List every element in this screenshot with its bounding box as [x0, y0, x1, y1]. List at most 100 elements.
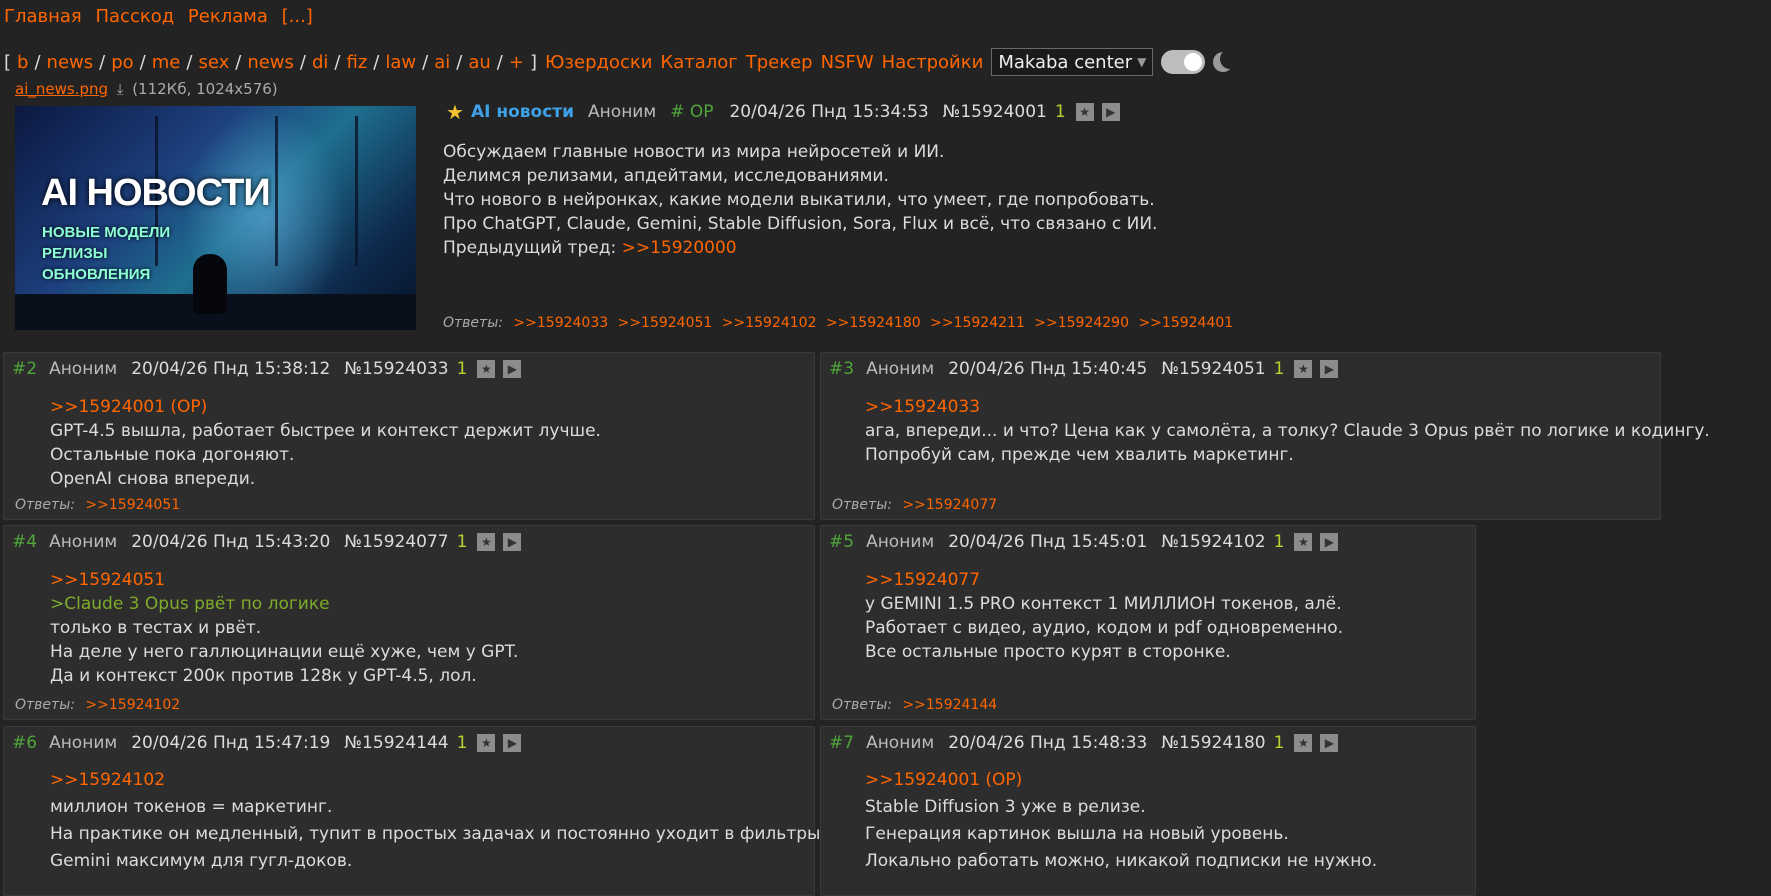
post-line: у GEMINI 1.5 PRO контекст 1 МИЛЛИОН токе… — [865, 594, 1342, 614]
replies-label: Ответы: — [832, 497, 892, 513]
board-link-au[interactable]: au — [468, 52, 490, 73]
post-line: На деле у него галлюцинации ещё хуже, че… — [50, 642, 519, 662]
post-number[interactable]: №15924077 — [344, 532, 448, 552]
post-replies: Ответы: >>15924077 — [832, 497, 1002, 513]
op-file-meta: (112Кб, 1024x576) — [132, 80, 278, 98]
board-link-po[interactable]: po — [111, 52, 133, 73]
play-icon[interactable]: ▶ — [1320, 734, 1339, 752]
op-line: Обсуждаем главные новости из мира нейрос… — [443, 142, 945, 162]
reply-link[interactable]: >>15924077 — [902, 497, 997, 513]
post-body: >>15924077 у GEMINI 1.5 PRO контекст 1 М… — [865, 568, 1343, 664]
board-link-plus[interactable]: + — [509, 52, 524, 73]
play-icon[interactable]: ▶ — [503, 533, 522, 551]
post-body: >>15924102 миллион токенов = маркетинг. … — [50, 767, 826, 875]
post-index[interactable]: #6 — [12, 733, 37, 753]
op-image[interactable]: AI НОВОСТИ НОВЫЕ МОДЕЛИ РЕЛИЗЫ ОБНОВЛЕНИ… — [15, 106, 416, 330]
nav-settings-link[interactable]: Настройки — [882, 52, 984, 73]
board-link-news-2[interactable]: news — [247, 52, 294, 73]
reply-link[interactable]: >>15924180 — [826, 315, 921, 331]
nav-userboards-link[interactable]: Юзердоски — [545, 52, 652, 73]
favorite-icon[interactable]: ★ — [1294, 734, 1313, 752]
download-icon[interactable]: ⤓ — [117, 80, 124, 98]
play-icon[interactable]: ▶ — [1101, 103, 1120, 121]
favorite-icon[interactable]: ★ — [1294, 360, 1313, 378]
board-link-news[interactable]: news — [47, 52, 94, 73]
replies-label: Ответы: — [15, 497, 75, 513]
reply-link[interactable]: >>15924290 — [1034, 315, 1129, 331]
board-link-me[interactable]: me — [152, 52, 181, 73]
favorite-icon[interactable]: ★ — [477, 533, 496, 551]
op-header: ★ AI новости Аноним # OP 20/04/26 Пнд 15… — [446, 100, 1128, 124]
toggle-knob — [1184, 53, 1203, 71]
favorite-icon[interactable]: ★ — [477, 734, 496, 752]
menu-ads-link[interactable]: Реклама — [188, 6, 268, 27]
nav-catalog-link[interactable]: Каталог — [660, 52, 737, 73]
reply-to-link[interactable]: >>15924001 (OP) — [50, 395, 601, 419]
star-icon[interactable]: ★ — [446, 100, 464, 124]
post-3: #3 Аноним 20/04/26 Пнд 15:40:45 №1592405… — [820, 352, 1710, 520]
play-icon[interactable]: ▶ — [1320, 360, 1339, 378]
op-image-title: AI НОВОСТИ — [41, 172, 271, 214]
menu-home-link[interactable]: Главная — [4, 6, 82, 27]
prev-thread-link[interactable]: >>15920000 — [622, 238, 737, 258]
reply-to-link[interactable]: >>15924102 — [50, 767, 826, 794]
post-body: >>15924001 (OP) GPT-4.5 вышла, работает … — [50, 395, 601, 491]
favorite-icon[interactable]: ★ — [477, 360, 496, 378]
reply-to-link[interactable]: >>15924077 — [865, 568, 1343, 592]
reply-link[interactable]: >>15924051 — [618, 315, 713, 331]
reply-link[interactable]: >>15924102 — [722, 315, 817, 331]
post-index[interactable]: #7 — [829, 733, 854, 753]
post-date: 20/04/26 Пнд 15:40:45 — [948, 359, 1148, 379]
board-link-b[interactable]: b — [17, 52, 28, 73]
post-index[interactable]: #3 — [829, 359, 854, 379]
play-icon[interactable]: ▶ — [503, 734, 522, 752]
op-image-subtitle: НОВЫЕ МОДЕЛИ РЕЛИЗЫ ОБНОВЛЕНИЯ — [42, 224, 171, 283]
reply-to-link[interactable]: >>15924051 — [50, 568, 518, 592]
menu-more-link[interactable]: [...] — [282, 6, 313, 27]
favorite-icon[interactable]: ★ — [1075, 103, 1094, 121]
play-icon[interactable]: ▶ — [1320, 533, 1339, 551]
post-name: Аноним — [866, 733, 935, 753]
board-link-fiz[interactable]: fiz — [347, 52, 368, 73]
op-file-info: ai_news.png ⤓ (112Кб, 1024x576) — [15, 80, 278, 98]
post-index[interactable]: #5 — [829, 532, 854, 552]
style-select[interactable]: Makaba center ▼ — [991, 48, 1154, 76]
post-count: 1 — [1273, 359, 1285, 379]
reply-link[interactable]: >>15924102 — [85, 697, 180, 713]
post-line: Попробуй сам, прежде чем хвалить маркети… — [865, 445, 1294, 465]
post-number[interactable]: №15924051 — [1161, 359, 1265, 379]
post-count: 1 — [1273, 733, 1285, 753]
post-index[interactable]: #2 — [12, 359, 37, 379]
post-count: 1 — [456, 733, 468, 753]
post-number[interactable]: №15924144 — [344, 733, 448, 753]
nav-tracker-link[interactable]: Трекер — [746, 52, 813, 73]
board-link-di[interactable]: di — [312, 52, 328, 73]
board-link-law[interactable]: law — [385, 52, 416, 73]
reply-link[interactable]: >>15924144 — [902, 697, 997, 713]
post-replies: Ответы: >>15924144 — [832, 697, 1002, 713]
reply-link[interactable]: >>15924051 — [85, 497, 180, 513]
post-date: 20/04/26 Пнд 15:48:33 — [948, 733, 1148, 753]
reply-link[interactable]: >>15924033 — [513, 315, 608, 331]
reply-to-link[interactable]: >>15924001 (OP) — [865, 767, 1377, 794]
op-file-link[interactable]: ai_news.png — [15, 80, 108, 98]
replies-label: Ответы: — [832, 697, 892, 713]
op-number[interactable]: №15924001 — [943, 102, 1047, 122]
reply-to-link[interactable]: >>15924033 — [865, 395, 1710, 419]
menu-passcode-link[interactable]: Пасскод — [95, 6, 174, 27]
reply-link[interactable]: >>15924211 — [930, 315, 1025, 331]
post-index[interactable]: #4 — [12, 532, 37, 552]
nav-nsfw-link[interactable]: NSFW — [821, 52, 874, 73]
reply-link[interactable]: >>15924401 — [1138, 315, 1233, 331]
favorite-icon[interactable]: ★ — [1294, 533, 1313, 551]
board-link-sex[interactable]: sex — [198, 52, 229, 73]
chevron-down-icon: ▼ — [1137, 55, 1147, 69]
post-number[interactable]: №15924102 — [1161, 532, 1265, 552]
theme-toggle[interactable] — [1161, 50, 1206, 74]
post-number[interactable]: №15924180 — [1161, 733, 1265, 753]
replies-label: Ответы: — [15, 697, 75, 713]
post-name: Аноним — [49, 359, 118, 379]
board-link-ai[interactable]: ai — [434, 52, 450, 73]
post-number[interactable]: №15924033 — [344, 359, 448, 379]
play-icon[interactable]: ▶ — [503, 360, 522, 378]
